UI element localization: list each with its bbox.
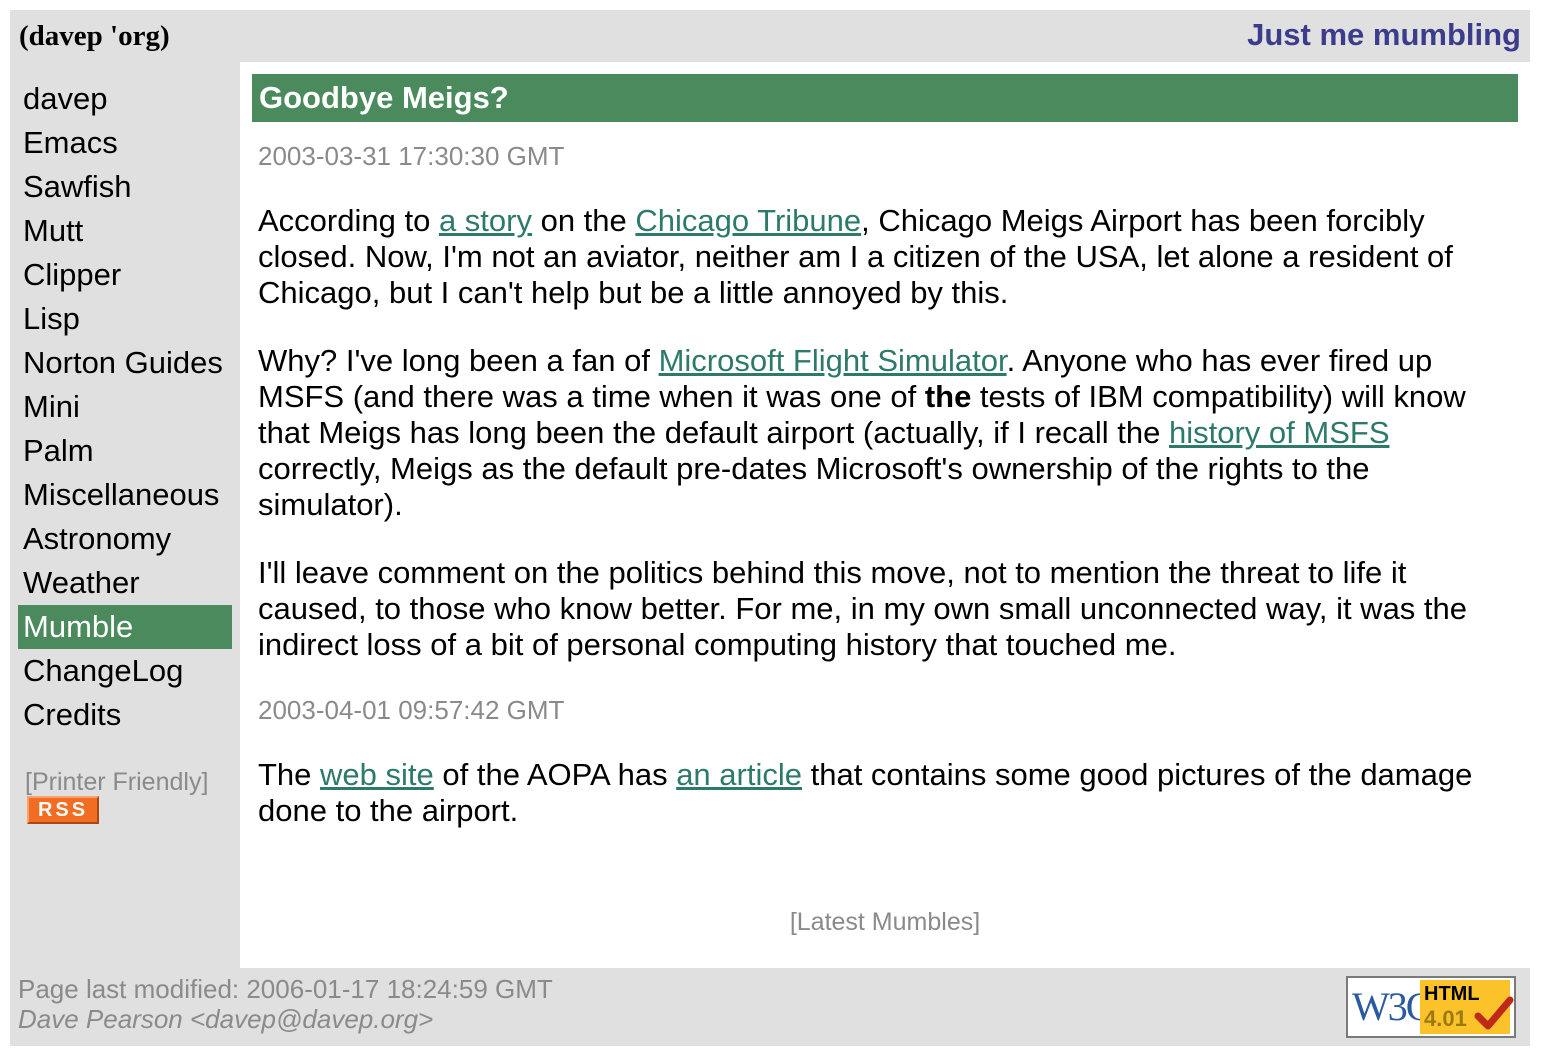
entry-paragraph: I'll leave comment on the politics behin… <box>258 555 1520 663</box>
last-modified: Page last modified: 2006-01-17 18:24:59 … <box>18 974 553 1004</box>
entry-paragraph: The web site of the AOPA has an article … <box>258 757 1520 829</box>
w3c-html-badge[interactable]: W3C HTML 4.01 <box>1346 976 1516 1038</box>
page-frame: (davep 'org) Just me mumbling davep Emacs… <box>10 10 1530 1046</box>
sidebar-item-mini[interactable]: Mini <box>18 385 232 429</box>
body-text: The <box>258 757 321 792</box>
entry-paragraph: Why? I've long been a fan of Microsoft F… <box>258 343 1520 523</box>
emphasis-text: the <box>924 379 972 414</box>
inline-link[interactable]: history of MSFS <box>1169 415 1390 450</box>
sidebar-item-mumble[interactable]: Mumble <box>18 605 232 649</box>
inline-link[interactable]: Chicago Tribune <box>635 203 861 238</box>
body-text: I'll leave comment on the politics behin… <box>258 555 1468 662</box>
sidebar-item-miscellaneous[interactable]: Miscellaneous <box>18 473 232 517</box>
w3c-html-label: HTML <box>1424 983 1480 1005</box>
main-content: Goodbye Meigs? 2003-03-31 17:30:30 GMT A… <box>240 62 1530 968</box>
checkmark-icon <box>1474 996 1514 1030</box>
w3c-version-label: 4.01 <box>1424 1006 1467 1031</box>
latest-mumbles-link[interactable]: [Latest Mumbles] <box>240 906 1530 938</box>
sidebar-item-credits[interactable]: Credits <box>18 693 232 737</box>
post-title: Goodbye Meigs? <box>252 74 1518 122</box>
inline-link[interactable]: web site <box>320 757 434 792</box>
sidebar-item-weather[interactable]: Weather <box>18 561 232 605</box>
w3c-badge-panel: HTML 4.01 <box>1420 980 1514 1034</box>
site-header: (davep 'org) Just me mumbling <box>10 10 1530 62</box>
site-tagline: Just me mumbling <box>1247 17 1521 52</box>
body-text: on the <box>531 203 636 238</box>
inline-link[interactable]: an article <box>676 757 802 792</box>
sidebar-item-astronomy[interactable]: Astronomy <box>18 517 232 561</box>
body-text: Why? I've long been a fan of <box>258 343 659 378</box>
body-text: According to <box>258 203 439 238</box>
sidebar-item-palm[interactable]: Palm <box>18 429 232 473</box>
rss-button[interactable]: RSS <box>27 796 99 824</box>
page-footer: Page last modified: 2006-01-17 18:24:59 … <box>10 968 1530 1046</box>
entry-timestamp: 2003-04-01 09:57:42 GMT <box>258 695 565 725</box>
site-title[interactable]: (davep 'org) <box>19 18 170 54</box>
entry-timestamp: 2003-03-31 17:30:30 GMT <box>258 141 565 171</box>
body-text: of the AOPA has <box>433 757 677 792</box>
inline-link[interactable]: a story <box>439 203 532 238</box>
sidebar-item-davep[interactable]: davep <box>18 77 232 121</box>
body-text: correctly, Meigs as the default pre-date… <box>258 451 1370 522</box>
sidebar-item-clipper[interactable]: Clipper <box>18 253 232 297</box>
sidebar-item-sawfish[interactable]: Sawfish <box>18 165 232 209</box>
sidebar-item-changelog[interactable]: ChangeLog <box>18 649 232 693</box>
entry-paragraph: According to a story on the Chicago Trib… <box>258 203 1520 311</box>
sidebar-item-emacs[interactable]: Emacs <box>18 121 232 165</box>
inline-link[interactable]: Microsoft Flight Simulator <box>659 343 1007 378</box>
sidebar-item-lisp[interactable]: Lisp <box>18 297 232 341</box>
sidebar-item-norton-guides[interactable]: Norton Guides <box>18 341 232 385</box>
author-contact[interactable]: Dave Pearson <davep@davep.org> <box>18 1004 433 1034</box>
w3c-logo: W3C <box>1352 984 1432 1029</box>
sidebar: davep Emacs Sawfish Mutt Clipper Lisp Norton G… <box>10 62 240 968</box>
printer-friendly-link[interactable]: [Printer Friendly] <box>25 766 208 798</box>
sidebar-item-mutt[interactable]: Mutt <box>18 209 232 253</box>
